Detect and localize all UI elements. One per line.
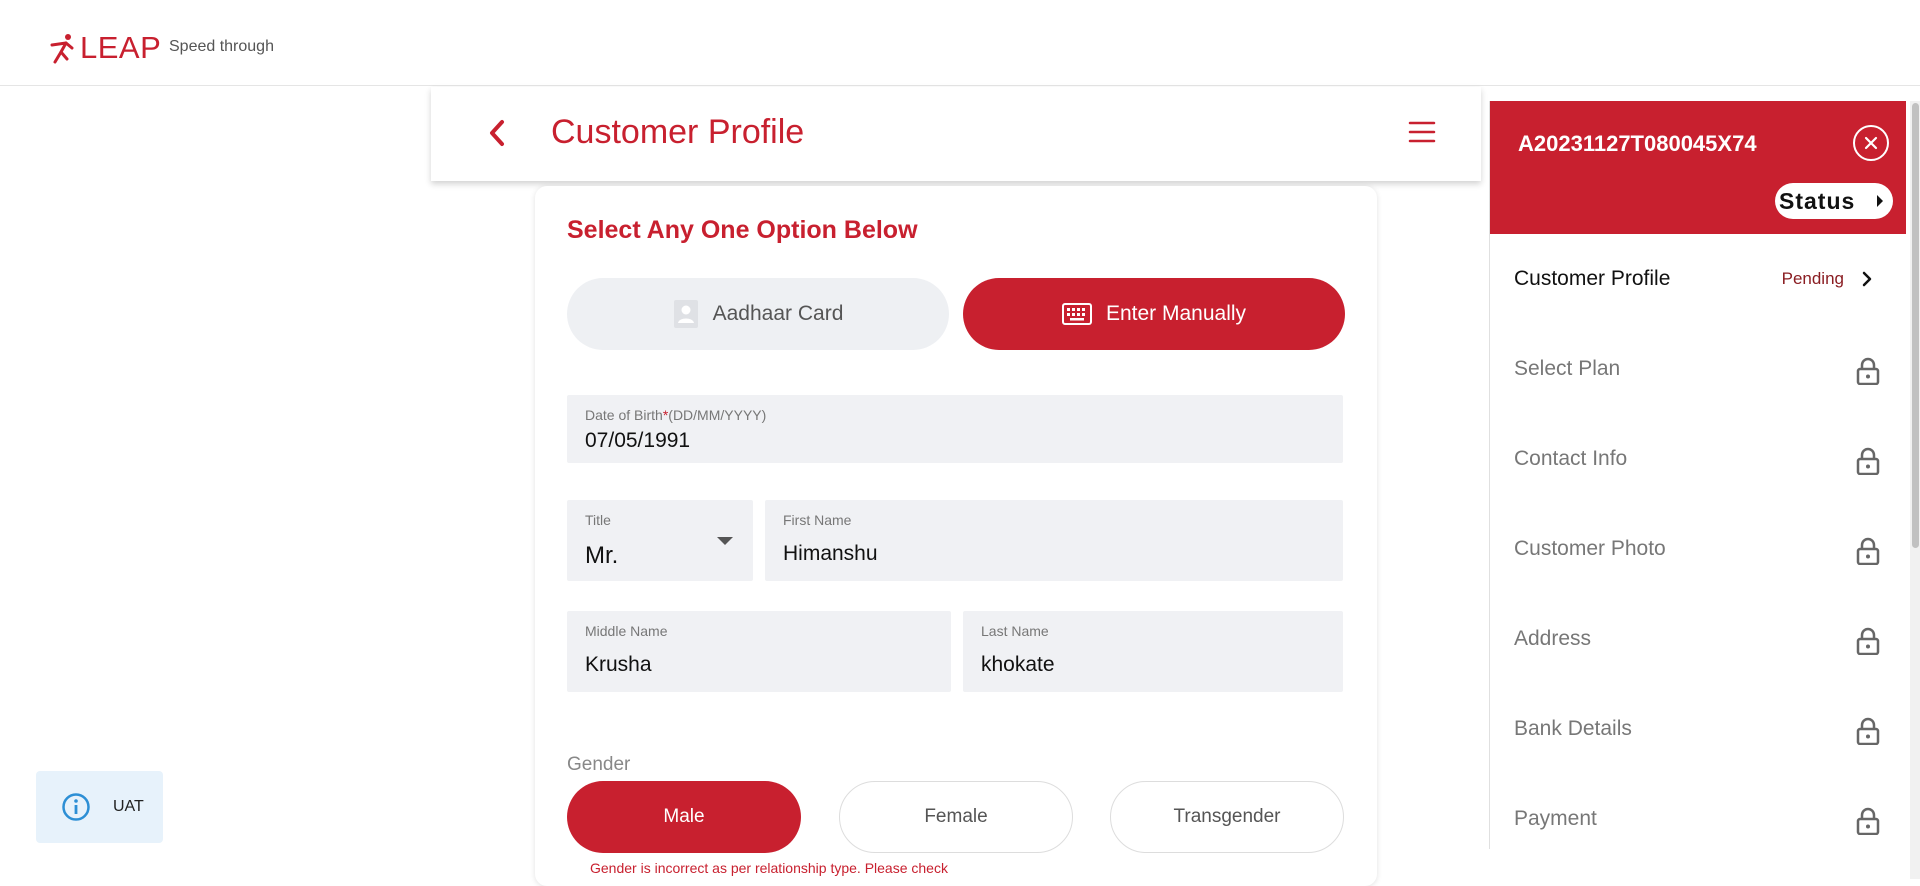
sidebar-item-label: Bank Details: [1514, 717, 1632, 740]
environment-badge[interactable]: UAT: [36, 771, 163, 843]
gender-error-message: Gender is incorrect as per relationship …: [590, 860, 948, 876]
last-name-label: Last Name: [981, 623, 1049, 639]
section-title: Select Any One Option Below: [567, 216, 918, 244]
first-name-label: First Name: [783, 512, 852, 528]
first-name-value: Himanshu: [783, 542, 878, 565]
close-icon: [1864, 136, 1878, 150]
leap-logo[interactable]: LEAP: [48, 30, 161, 66]
enter-manually-label: Enter Manually: [1105, 302, 1247, 325]
lock-icon: [1856, 447, 1880, 475]
last-name-value: khokate: [981, 653, 1055, 676]
keyboard-icon: [1061, 303, 1092, 325]
close-button[interactable]: [1853, 125, 1889, 161]
first-name-field[interactable]: First Name Himanshu: [765, 500, 1343, 581]
dob-field[interactable]: Date of Birth*(DD/MM/YYYY) 07/05/1991: [567, 395, 1343, 463]
sidebar-item-label: Payment: [1514, 807, 1597, 830]
lock-icon: [1856, 537, 1880, 565]
environment-label: UAT: [113, 798, 144, 815]
back-button[interactable]: [479, 113, 515, 153]
tagline: Speed through: [169, 38, 274, 55]
title-value: Mr.: [585, 542, 619, 569]
page-title: Customer Profile: [551, 113, 805, 151]
title-select[interactable]: Title Mr.: [567, 500, 753, 581]
sidebar-item-label: Contact Info: [1514, 447, 1628, 470]
id-card-icon: [673, 299, 699, 329]
customer-form-card: Select Any One Option Below Aadhaar Card…: [535, 186, 1377, 886]
middle-name-label: Middle Name: [585, 623, 668, 639]
hamburger-menu-icon: [1408, 121, 1436, 143]
sidebar-item-bank-details[interactable]: Bank Details: [1490, 684, 1906, 774]
caret-right-icon: [1877, 195, 1883, 207]
scrollbar-thumb[interactable]: [1912, 103, 1919, 548]
middle-name-value: Krusha: [585, 653, 652, 676]
chevron-left-icon: [490, 120, 504, 146]
info-icon: [62, 793, 90, 821]
status-label: Status: [1779, 187, 1856, 214]
application-id: A20231127T080045X74: [1518, 131, 1757, 156]
runner-logo-icon: [50, 34, 74, 64]
sidebar-item-address[interactable]: Address: [1490, 594, 1906, 684]
menu-button[interactable]: [1407, 117, 1437, 147]
aadhaar-card-label: Aadhaar Card: [712, 302, 844, 325]
lock-icon: [1856, 627, 1880, 655]
sidebar-item-customer-profile[interactable]: Customer Profile Pending: [1490, 234, 1906, 324]
logo-text: LEAP: [80, 30, 162, 65]
lock-icon: [1856, 807, 1880, 835]
status-badge: Pending: [1781, 269, 1844, 288]
sidebar-item-customer-photo[interactable]: Customer Photo: [1490, 504, 1906, 594]
aadhaar-card-option[interactable]: Aadhaar Card: [567, 278, 949, 350]
gender-male-button[interactable]: Male: [567, 781, 801, 853]
top-header: LEAP Speed through: [0, 0, 1920, 86]
lock-icon: [1856, 717, 1880, 745]
dob-label: Date of Birth*(DD/MM/YYYY): [585, 407, 767, 423]
last-name-field[interactable]: Last Name khokate: [963, 611, 1343, 692]
sidebar-item-select-plan[interactable]: Select Plan: [1490, 324, 1906, 414]
dropdown-caret-icon: [717, 537, 733, 545]
sidebar-item-contact-info[interactable]: Contact Info: [1490, 414, 1906, 504]
dob-value: 07/05/1991: [585, 429, 691, 452]
lock-icon: [1856, 357, 1880, 385]
progress-side-panel: A20231127T080045X74 Status Customer Prof…: [1489, 101, 1906, 849]
side-panel-header: A20231127T080045X74 Status: [1490, 101, 1906, 234]
title-label: Title: [585, 512, 611, 528]
gender-female-button[interactable]: Female: [839, 781, 1073, 853]
sidebar-item-payment[interactable]: Payment: [1490, 774, 1906, 864]
status-button[interactable]: Status: [1775, 183, 1893, 219]
chevron-right-icon: [1862, 271, 1872, 287]
gender-label: Gender: [567, 754, 631, 775]
middle-name-field[interactable]: Middle Name Krusha: [567, 611, 951, 692]
sidebar-item-label: Customer Profile: [1514, 267, 1671, 290]
gender-transgender-button[interactable]: Transgender: [1110, 781, 1344, 853]
sidebar-item-label: Customer Photo: [1514, 537, 1666, 560]
page-header: Customer Profile: [431, 87, 1481, 181]
sidebar-item-label: Select Plan: [1514, 357, 1621, 380]
enter-manually-option[interactable]: Enter Manually: [963, 278, 1345, 350]
sidebar-item-label: Address: [1514, 627, 1592, 650]
